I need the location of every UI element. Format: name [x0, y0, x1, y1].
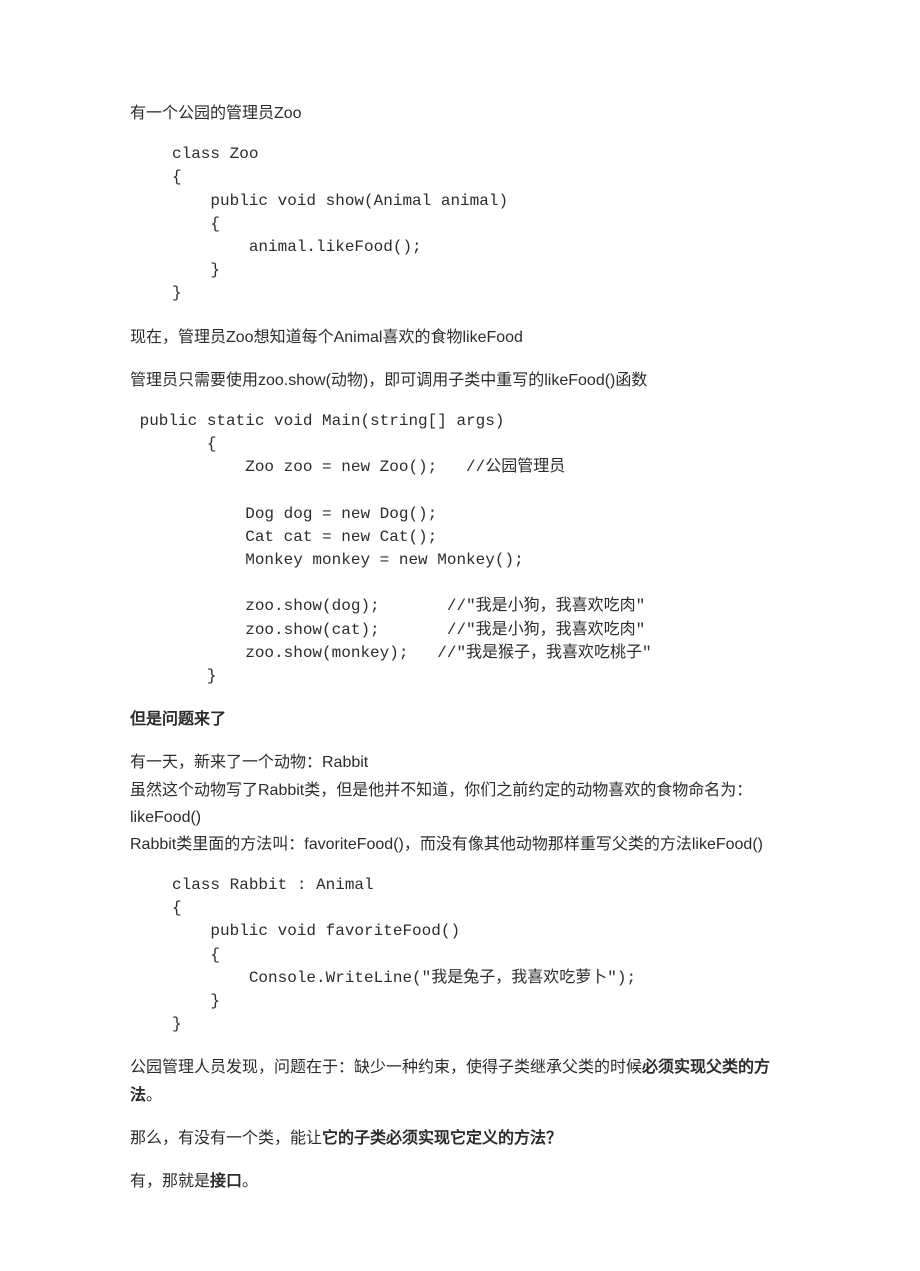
paragraph-constraint: 公园管理人员发现，问题在于：缺少一种约束，使得子类继承父类的时候必须实现父类的方…: [130, 1054, 800, 1108]
paragraph-intro: 有一个公园的管理员Zoo: [130, 100, 800, 127]
paragraph-zoo-show: 管理员只需要使用zoo.show(动物)，即可调用子类中重写的likeFood(…: [130, 367, 800, 394]
paragraph-zoo-know: 现在，管理员Zoo想知道每个Animal喜欢的食物likeFood: [130, 324, 800, 351]
text-constraint-end: 。: [146, 1087, 162, 1104]
text-question-bold: 它的子类必须实现它定义的方法？: [322, 1130, 562, 1147]
code-block-zoo: class Zoo { public void show(Animal anim…: [172, 143, 800, 305]
text-constraint-start: 公园管理人员发现，问题在于：缺少一种约束，使得子类继承父类的时候: [130, 1059, 642, 1076]
text-answer-end: 。: [242, 1173, 258, 1190]
heading-problem: 但是问题来了: [130, 706, 800, 733]
paragraph-question: 那么，有没有一个类，能让它的子类必须实现它定义的方法？: [130, 1125, 800, 1152]
text-answer-start: 有，那就是: [130, 1173, 210, 1190]
paragraph-answer: 有，那就是接口。: [130, 1168, 800, 1195]
code-block-rabbit: class Rabbit : Animal { public void favo…: [172, 874, 800, 1036]
text-question-start: 那么，有没有一个类，能让: [130, 1130, 322, 1147]
paragraph-rabbit-story: 有一天，新来了一个动物：Rabbit 虽然这个动物写了Rabbit类，但是他并不…: [130, 749, 800, 858]
text-answer-bold: 接口: [210, 1173, 242, 1190]
code-block-main: public static void Main(string[] args) {…: [130, 410, 800, 688]
